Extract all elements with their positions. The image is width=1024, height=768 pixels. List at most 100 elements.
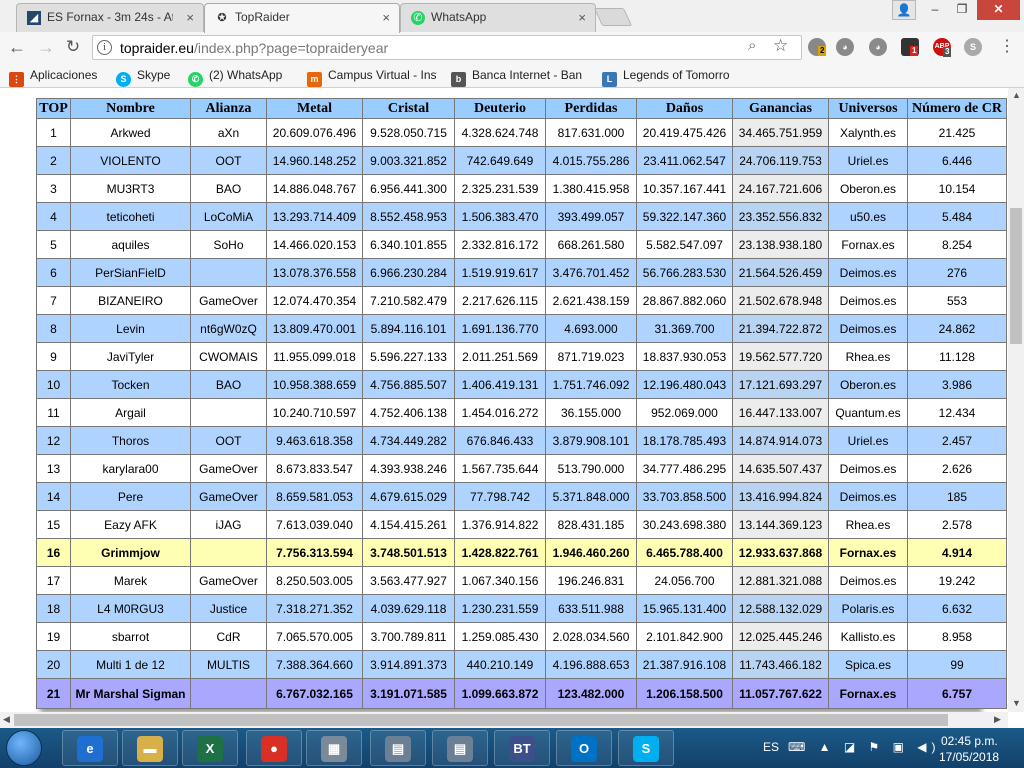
- col-danos-cell: 18.178.785.493: [636, 426, 733, 455]
- col-cristal-cell: 7.210.582.479: [362, 286, 455, 315]
- col-danos-cell: 30.243.698.380: [636, 510, 733, 539]
- scroll-down-arrow[interactable]: ▼: [1012, 698, 1021, 708]
- maximize-button[interactable]: ❐: [950, 0, 974, 20]
- taskbar-explorer-button[interactable]: ▬: [122, 730, 178, 766]
- horizontal-scrollbar[interactable]: ◀ ▶: [0, 712, 1008, 728]
- bookmark-bank[interactable]: b Banca Internet - Ban: [451, 68, 589, 87]
- col-danos-cell: 59.322.147.360: [636, 202, 733, 231]
- tab-topraider[interactable]: ✪ TopRaider ×: [204, 3, 400, 33]
- col-ganancias-cell: 14.635.507.437: [732, 454, 829, 483]
- address-bar[interactable]: i topraider.eu/index.php?page=topraidery…: [92, 35, 802, 60]
- col-top-cell: 10: [36, 370, 71, 399]
- tab-fornax[interactable]: ◢ ES Fornax - 3m 24s - Ataq ×: [16, 3, 204, 32]
- scroll-right-arrow[interactable]: ▶: [994, 714, 1001, 725]
- bookmark-whatsapp[interactable]: ✆ (2) WhatsApp: [188, 68, 282, 87]
- tab-close-button[interactable]: ×: [382, 4, 390, 31]
- taskbar-calculator-button[interactable]: ▦: [306, 730, 362, 766]
- ext-badge: 3: [943, 47, 952, 57]
- table-row: 20 Multi 1 de 12 MULTIS 7.388.364.660 3.914.…: [36, 650, 1007, 679]
- clock-time[interactable]: 02:45 p.m.: [941, 734, 998, 748]
- bookmark-legends[interactable]: L Legends of Tomorro: [602, 68, 742, 87]
- col-top-cell: 11: [36, 398, 71, 427]
- forward-button[interactable]: →: [34, 35, 58, 59]
- tab-whatsapp[interactable]: ✆ WhatsApp ×: [400, 3, 596, 32]
- extension-icon-4[interactable]: 1: [901, 38, 919, 56]
- col-danos-cell: 56.766.283.530: [636, 258, 733, 287]
- scroll-up-arrow[interactable]: ▲: [1012, 90, 1021, 100]
- tab-close-button[interactable]: ×: [186, 4, 194, 31]
- col-top-cell: 9: [36, 342, 71, 371]
- skype-icon[interactable]: S: [964, 38, 982, 56]
- col-nombre-cell: L4 M0RGU3: [70, 594, 191, 623]
- tray-icons[interactable]: ⌨ ▲ ◪ ⚑ ▣ ◀): [788, 740, 941, 754]
- col-metal-cell: 13.809.470.001: [266, 314, 363, 343]
- scroll-left-arrow[interactable]: ◀: [3, 714, 10, 725]
- minimize-button[interactable]: –: [923, 0, 947, 20]
- back-button[interactable]: ←: [5, 35, 29, 59]
- bookmark-skype[interactable]: S Skype: [116, 68, 170, 87]
- col-numero-cr-cell: 5.484: [907, 202, 1007, 231]
- adblock-icon[interactable]: ABP 3: [933, 38, 952, 57]
- taskbar-skype-button[interactable]: S: [618, 730, 674, 766]
- taskbar-outlook-button[interactable]: O: [556, 730, 612, 766]
- start-button[interactable]: [6, 730, 42, 766]
- col-perdidas-cell: 3.476.701.452: [545, 258, 637, 287]
- col-alianza-cell: Justice: [190, 594, 267, 623]
- col-ganancias-cell: 11.743.466.182: [732, 650, 829, 679]
- info-icon[interactable]: i: [97, 40, 112, 55]
- col-universos-cell: Kallisto.es: [828, 622, 908, 651]
- reload-button[interactable]: ↻: [61, 35, 85, 59]
- vertical-scroll-thumb[interactable]: [1010, 208, 1022, 344]
- table-row: 18 L4 M0RGU3 Justice 7.318.271.352 4.039.629…: [36, 594, 1007, 623]
- user-icon[interactable]: 👤: [892, 0, 916, 20]
- taskbar-bittorrent-button[interactable]: BT: [494, 730, 550, 766]
- bookmark-apps[interactable]: ⋮ Aplicaciones: [9, 68, 97, 87]
- col-danos-cell: 1.206.158.500: [636, 678, 733, 709]
- col-metal-cell: 12.074.470.354: [266, 286, 363, 315]
- zoom-icon[interactable]: ⌕: [748, 37, 756, 54]
- col-universos-cell: Polaris.es: [828, 594, 908, 623]
- col-deuterio-cell: 1.259.085.430: [454, 622, 546, 651]
- bookmarks-bar: ⋮ Aplicaciones S Skype ✆ (2) WhatsApp m Camp…: [0, 62, 1024, 88]
- menu-icon[interactable]: ⋮: [995, 35, 1019, 59]
- url-text[interactable]: topraider.eu/index.php?page=topraideryea…: [120, 36, 388, 60]
- language-indicator[interactable]: ES: [763, 740, 779, 754]
- col-ganancias-cell: 14.874.914.073: [732, 426, 829, 455]
- bookmark-campus[interactable]: m Campus Virtual - Inst: [307, 68, 437, 87]
- col-alianza-cell: BAO: [190, 174, 267, 203]
- table-row: 17 Marek GameOver 8.250.503.005 3.563.477.92…: [36, 566, 1007, 595]
- col-top-cell: 20: [36, 650, 71, 679]
- extension-icon-1[interactable]: 2: [808, 38, 827, 56]
- table-row: 2 VIOLENTO OOT 14.960.148.252 9.003.321.852 7…: [36, 146, 1007, 175]
- taskbar-excel-button[interactable]: X: [182, 730, 238, 766]
- new-tab-button[interactable]: [593, 8, 633, 26]
- col-nombre-cell: karylara00: [70, 454, 191, 483]
- extension-icon-2[interactable]: ◕: [836, 38, 854, 56]
- col-nombre-cell: Levin: [70, 314, 191, 343]
- col-danos-cell: 34.777.486.295: [636, 454, 733, 483]
- bookmark-star-icon[interactable]: ☆: [773, 36, 788, 56]
- taskbar-chrome-button[interactable]: ●: [246, 730, 302, 766]
- extension-icon-3[interactable]: ◕: [869, 38, 887, 56]
- col-danos-cell: 952.069.000: [636, 398, 733, 427]
- col-cristal-cell: 3.748.501.513: [362, 538, 455, 567]
- col-metal-cell: 8.673.833.547: [266, 454, 363, 483]
- skype-icon: S: [116, 72, 131, 87]
- bookmark-label: Aplicaciones: [30, 68, 98, 82]
- tab-close-button[interactable]: ×: [578, 4, 586, 31]
- horizontal-scroll-thumb[interactable]: [14, 714, 948, 726]
- col-numero-cr-cell: 19.242: [907, 566, 1007, 595]
- col-universos-cell: Xalynth.es: [828, 118, 908, 147]
- close-window-button[interactable]: ✕: [977, 0, 1020, 20]
- col-metal-cell: 7.388.364.660: [266, 650, 363, 679]
- taskbar-document-2-button[interactable]: ▤: [432, 730, 488, 766]
- col-perdidas-cell: 1.380.415.958: [545, 174, 637, 203]
- ext-badge: 2: [818, 46, 827, 56]
- col-numero-cr-cell: 3.986: [907, 370, 1007, 399]
- topraider-icon: ✪: [217, 12, 227, 24]
- vertical-scrollbar[interactable]: ▲ ▼: [1008, 88, 1024, 712]
- taskbar-ie-button[interactable]: e: [62, 730, 118, 766]
- col-top-cell: 15: [36, 510, 71, 539]
- clock-date[interactable]: 17/05/2018: [939, 750, 999, 764]
- taskbar-document-button[interactable]: ▤: [370, 730, 426, 766]
